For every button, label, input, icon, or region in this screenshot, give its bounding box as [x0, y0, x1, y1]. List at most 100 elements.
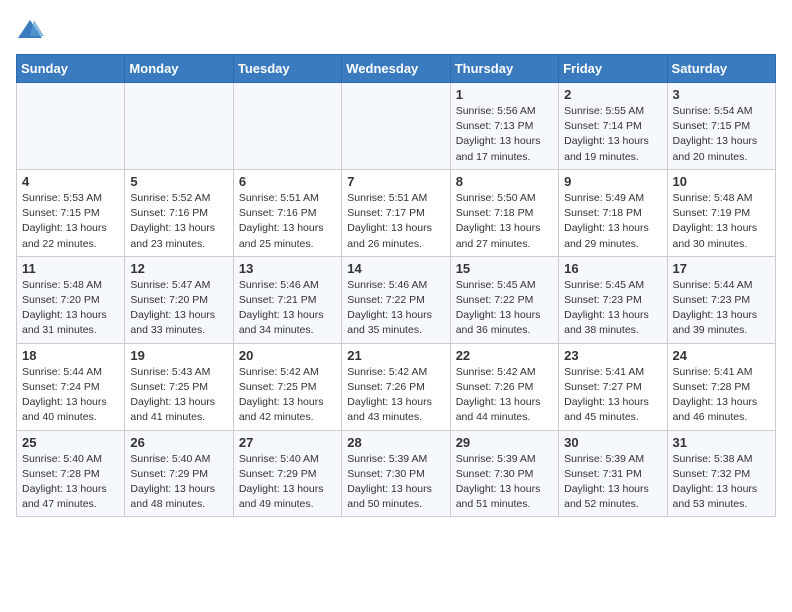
day-number: 14 [347, 261, 444, 276]
calendar-week-3: 11 Sunrise: 5:48 AM Sunset: 7:20 PM Dayli… [17, 256, 776, 343]
day-info: Sunrise: 5:46 AM Sunset: 7:21 PM Dayligh… [239, 278, 336, 339]
day-info: Sunrise: 5:39 AM Sunset: 7:31 PM Dayligh… [564, 452, 661, 513]
day-number: 12 [130, 261, 227, 276]
day-info: Sunrise: 5:42 AM Sunset: 7:26 PM Dayligh… [347, 365, 444, 426]
day-number: 28 [347, 435, 444, 450]
calendar-cell: 20Sunrise: 5:42 AM Sunset: 7:25 PM Dayli… [233, 343, 341, 430]
calendar-cell: 21Sunrise: 5:42 AM Sunset: 7:26 PM Dayli… [342, 343, 450, 430]
day-info: Sunrise: 5:46 AM Sunset: 7:22 PM Dayligh… [347, 278, 444, 339]
day-info: Sunrise: 5:48 AM Sunset: 7:20 PM Dayligh… [22, 278, 119, 339]
logo-icon [16, 16, 44, 44]
calendar-cell: 28 Sunrise: 5:39 AM Sunset: 7:30 PM Dayli… [342, 430, 450, 517]
day-info: Sunrise: 5:47 AM Sunset: 7:20 PM Dayligh… [130, 278, 227, 339]
header-tuesday: Tuesday [233, 55, 341, 83]
calendar-cell: 9 Sunrise: 5:49 AM Sunset: 7:18 PM Daylig… [559, 169, 667, 256]
calendar-cell: 8 Sunrise: 5:50 AM Sunset: 7:18 PM Daylig… [450, 169, 558, 256]
day-info: Sunrise: 5:50 AM Sunset: 7:18 PM Dayligh… [456, 191, 553, 252]
day-info: Sunrise: 5:52 AM Sunset: 7:16 PM Dayligh… [130, 191, 227, 252]
logo [16, 16, 48, 44]
calendar-cell [342, 83, 450, 170]
calendar-cell: 27 Sunrise: 5:40 AM Sunset: 7:29 PM Dayli… [233, 430, 341, 517]
day-info: Sunrise: 5:51 AM Sunset: 7:16 PM Dayligh… [239, 191, 336, 252]
day-number: 2 [564, 87, 661, 102]
day-info: Sunrise: 5:40 AM Sunset: 7:28 PM Dayligh… [22, 452, 119, 513]
calendar-cell: 2 Sunrise: 5:55 AM Sunset: 7:14 PM Daylig… [559, 83, 667, 170]
day-number: 18 [22, 348, 119, 363]
calendar-header: SundayMondayTuesdayWednesdayThursdayFrid… [17, 55, 776, 83]
day-number: 20 [239, 348, 336, 363]
day-info: Sunrise: 5:53 AM Sunset: 7:15 PM Dayligh… [22, 191, 119, 252]
day-info: Sunrise: 5:49 AM Sunset: 7:18 PM Dayligh… [564, 191, 661, 252]
calendar-table: SundayMondayTuesdayWednesdayThursdayFrid… [16, 54, 776, 517]
day-number: 9 [564, 174, 661, 189]
calendar-cell: 30 Sunrise: 5:39 AM Sunset: 7:31 PM Dayli… [559, 430, 667, 517]
calendar-cell: 15Sunrise: 5:45 AM Sunset: 7:22 PM Dayli… [450, 256, 558, 343]
day-info: Sunrise: 5:56 AM Sunset: 7:13 PM Dayligh… [456, 104, 553, 165]
calendar-cell: 13Sunrise: 5:46 AM Sunset: 7:21 PM Dayli… [233, 256, 341, 343]
day-number: 5 [130, 174, 227, 189]
day-info: Sunrise: 5:39 AM Sunset: 7:30 PM Dayligh… [347, 452, 444, 513]
calendar-cell: 26 Sunrise: 5:40 AM Sunset: 7:29 PM Dayli… [125, 430, 233, 517]
calendar-cell: 1 Sunrise: 5:56 AM Sunset: 7:13 PM Daylig… [450, 83, 558, 170]
day-number: 25 [22, 435, 119, 450]
day-number: 7 [347, 174, 444, 189]
calendar-cell: 19 Sunrise: 5:43 AM Sunset: 7:25 PM Dayli… [125, 343, 233, 430]
day-number: 10 [673, 174, 770, 189]
day-info: Sunrise: 5:41 AM Sunset: 7:28 PM Dayligh… [673, 365, 770, 426]
calendar-cell: 12 Sunrise: 5:47 AM Sunset: 7:20 PM Dayli… [125, 256, 233, 343]
calendar-cell [233, 83, 341, 170]
day-info: Sunrise: 5:45 AM Sunset: 7:22 PM Dayligh… [456, 278, 553, 339]
day-info: Sunrise: 5:51 AM Sunset: 7:17 PM Dayligh… [347, 191, 444, 252]
day-info: Sunrise: 5:40 AM Sunset: 7:29 PM Dayligh… [239, 452, 336, 513]
day-number: 31 [673, 435, 770, 450]
day-info: Sunrise: 5:45 AM Sunset: 7:23 PM Dayligh… [564, 278, 661, 339]
calendar-cell: 18 Sunrise: 5:44 AM Sunset: 7:24 PM Dayli… [17, 343, 125, 430]
day-info: Sunrise: 5:48 AM Sunset: 7:19 PM Dayligh… [673, 191, 770, 252]
calendar-week-2: 4 Sunrise: 5:53 AM Sunset: 7:15 PM Daylig… [17, 169, 776, 256]
page-header [16, 16, 776, 44]
day-number: 19 [130, 348, 227, 363]
calendar-week-4: 18 Sunrise: 5:44 AM Sunset: 7:24 PM Dayli… [17, 343, 776, 430]
day-info: Sunrise: 5:41 AM Sunset: 7:27 PM Dayligh… [564, 365, 661, 426]
day-number: 17 [673, 261, 770, 276]
day-info: Sunrise: 5:44 AM Sunset: 7:23 PM Dayligh… [673, 278, 770, 339]
calendar-week-5: 25 Sunrise: 5:40 AM Sunset: 7:28 PM Dayli… [17, 430, 776, 517]
calendar-week-1: 1 Sunrise: 5:56 AM Sunset: 7:13 PM Daylig… [17, 83, 776, 170]
calendar-cell: 23 Sunrise: 5:41 AM Sunset: 7:27 PM Dayli… [559, 343, 667, 430]
day-number: 30 [564, 435, 661, 450]
day-number: 24 [673, 348, 770, 363]
day-number: 27 [239, 435, 336, 450]
day-info: Sunrise: 5:43 AM Sunset: 7:25 PM Dayligh… [130, 365, 227, 426]
day-info: Sunrise: 5:55 AM Sunset: 7:14 PM Dayligh… [564, 104, 661, 165]
day-number: 22 [456, 348, 553, 363]
day-info: Sunrise: 5:44 AM Sunset: 7:24 PM Dayligh… [22, 365, 119, 426]
calendar-cell: 17 Sunrise: 5:44 AM Sunset: 7:23 PM Dayli… [667, 256, 775, 343]
calendar-cell: 29Sunrise: 5:39 AM Sunset: 7:30 PM Dayli… [450, 430, 558, 517]
header-monday: Monday [125, 55, 233, 83]
day-info: Sunrise: 5:40 AM Sunset: 7:29 PM Dayligh… [130, 452, 227, 513]
calendar-cell: 7 Sunrise: 5:51 AM Sunset: 7:17 PM Daylig… [342, 169, 450, 256]
day-number: 4 [22, 174, 119, 189]
calendar-cell [125, 83, 233, 170]
day-info: Sunrise: 5:38 AM Sunset: 7:32 PM Dayligh… [673, 452, 770, 513]
day-number: 3 [673, 87, 770, 102]
calendar-cell: 3 Sunrise: 5:54 AM Sunset: 7:15 PM Daylig… [667, 83, 775, 170]
day-number: 26 [130, 435, 227, 450]
calendar-cell: 25 Sunrise: 5:40 AM Sunset: 7:28 PM Dayli… [17, 430, 125, 517]
calendar-cell: 16 Sunrise: 5:45 AM Sunset: 7:23 PM Dayli… [559, 256, 667, 343]
header-row: SundayMondayTuesdayWednesdayThursdayFrid… [17, 55, 776, 83]
header-friday: Friday [559, 55, 667, 83]
calendar-cell: 22Sunrise: 5:42 AM Sunset: 7:26 PM Dayli… [450, 343, 558, 430]
day-number: 1 [456, 87, 553, 102]
day-number: 23 [564, 348, 661, 363]
day-number: 11 [22, 261, 119, 276]
calendar-cell: 24 Sunrise: 5:41 AM Sunset: 7:28 PM Dayli… [667, 343, 775, 430]
header-saturday: Saturday [667, 55, 775, 83]
day-number: 16 [564, 261, 661, 276]
day-info: Sunrise: 5:54 AM Sunset: 7:15 PM Dayligh… [673, 104, 770, 165]
calendar-cell: 6Sunrise: 5:51 AM Sunset: 7:16 PM Daylig… [233, 169, 341, 256]
calendar-cell: 5 Sunrise: 5:52 AM Sunset: 7:16 PM Daylig… [125, 169, 233, 256]
calendar-cell [17, 83, 125, 170]
header-sunday: Sunday [17, 55, 125, 83]
day-number: 8 [456, 174, 553, 189]
